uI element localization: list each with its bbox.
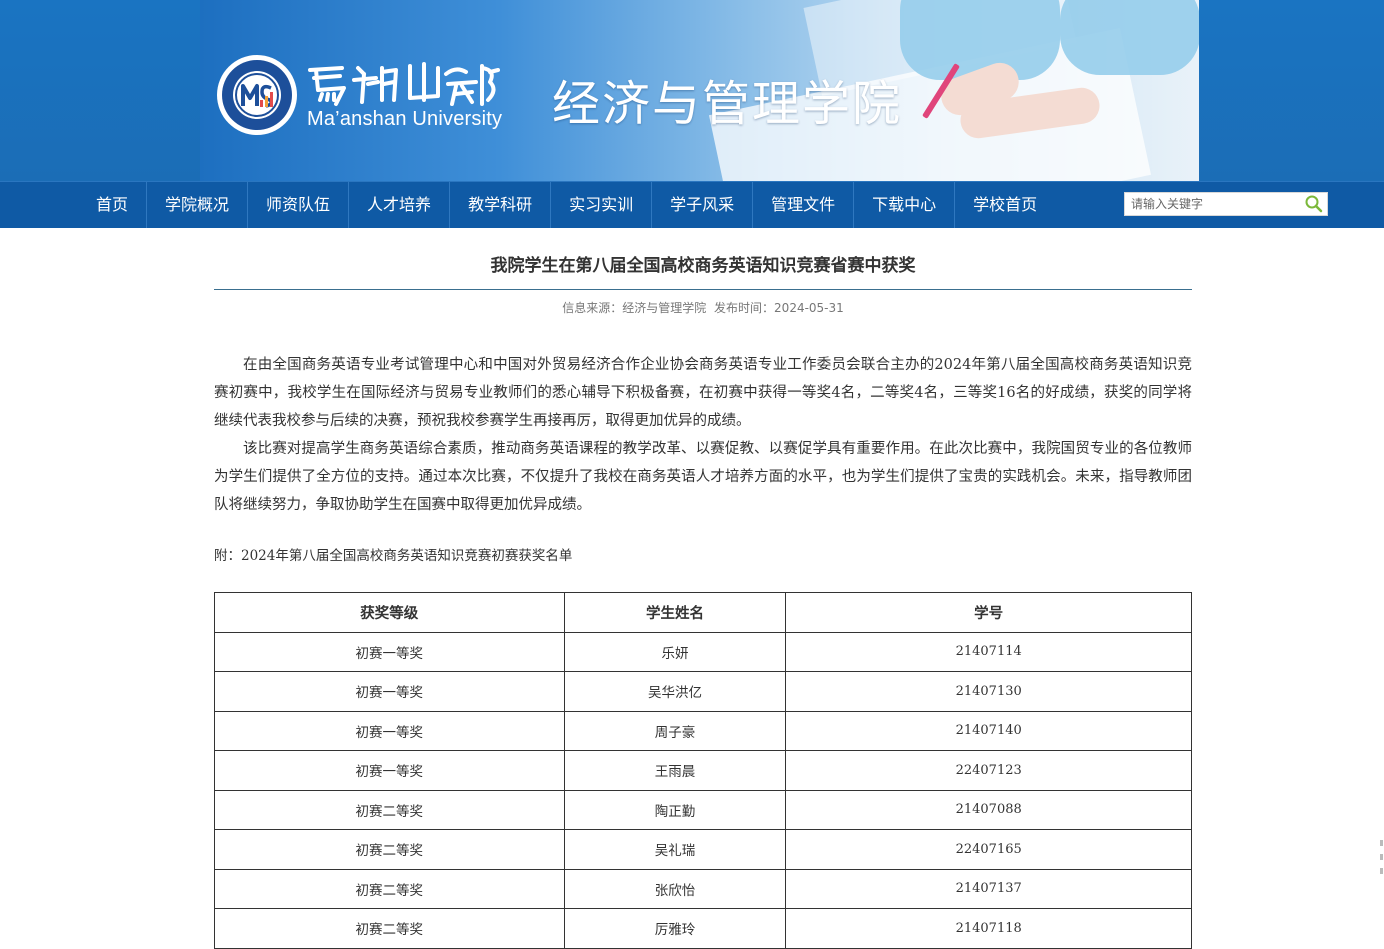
student-id-cell: 22407165 <box>785 829 1192 870</box>
table-row: 初赛二等奖 张欣怡 21407137 <box>214 868 1192 909</box>
column-header-student-id: 学号 <box>785 592 1192 633</box>
award-level-cell: 初赛二等奖 <box>214 789 565 830</box>
award-level-cell: 初赛二等奖 <box>214 829 565 870</box>
nav-menu: 首页 学院概况 师资队伍 人才培养 教学科研 实习实训 学子风采 管理文件 下载… <box>78 182 1055 228</box>
award-level-cell: 初赛二等奖 <box>214 868 565 909</box>
college-title: 经济与管理学院 <box>552 76 903 132</box>
student-name-cell: 乐妍 <box>563 631 787 672</box>
table-row: 初赛二等奖 厉雅玲 21407118 <box>214 908 1192 949</box>
award-level-cell: 初赛一等奖 <box>214 671 565 712</box>
nav-item-student-style[interactable]: 学子风采 <box>652 182 754 228</box>
article-body: 在由全国商务英语专业考试管理中心和中国对外贸易经济合作企业协会商务英语专业工作委… <box>214 351 1192 519</box>
winners-table: 获奖等级 学生姓名 学号 初赛一等奖 乐妍 21407114 初赛一等奖 吴华洪… <box>214 592 1192 949</box>
title-divider <box>214 289 1192 290</box>
banner-sleeve <box>1060 0 1199 75</box>
award-level-cell: 初赛一等奖 <box>214 750 565 791</box>
university-english-name: Ma’anshan University <box>307 108 503 130</box>
nav-item-internship[interactable]: 实习实训 <box>551 182 653 228</box>
magnifier-icon[interactable] <box>1304 194 1324 214</box>
article-source: 信息来源：经济与管理学院 <box>562 301 707 315</box>
award-level-cell: 初赛一等奖 <box>214 631 565 672</box>
student-id-cell: 21407137 <box>785 868 1192 909</box>
page-edge-marks <box>1380 840 1383 874</box>
table-row: 初赛一等奖 王雨晨 22407123 <box>214 750 1192 791</box>
search-input[interactable] <box>1125 193 1301 215</box>
article-date: 发布时间：2024-05-31 <box>714 301 844 315</box>
nav-item-download-center[interactable]: 下载中心 <box>854 182 956 228</box>
student-name-cell: 吴华洪亿 <box>563 671 787 712</box>
award-level-cell: 初赛一等奖 <box>214 710 565 751</box>
nav-item-management-docs[interactable]: 管理文件 <box>753 182 855 228</box>
main-navigation: 首页 学院概况 师资队伍 人才培养 教学科研 实习实训 学子风采 管理文件 下载… <box>0 181 1384 228</box>
column-header-award-level: 获奖等级 <box>214 592 565 633</box>
student-name-cell: 厉雅玲 <box>563 908 787 949</box>
student-name-cell: 张欣怡 <box>563 868 787 909</box>
student-name-cell: 王雨晨 <box>563 750 787 791</box>
award-level-cell: 初赛二等奖 <box>214 908 565 949</box>
student-name-cell: 吴礼瑞 <box>563 829 787 870</box>
nav-item-college-overview[interactable]: 学院概况 <box>147 182 249 228</box>
student-id-cell: 21407114 <box>785 631 1192 672</box>
student-id-cell: 21407130 <box>785 671 1192 712</box>
table-row: 初赛一等奖 周子豪 21407140 <box>214 710 1192 751</box>
student-id-cell: 21407088 <box>785 789 1192 830</box>
table-row: 初赛一等奖 乐妍 21407114 <box>214 631 1192 672</box>
column-header-student-name: 学生姓名 <box>563 592 787 633</box>
article-meta: 信息来源：经济与管理学院 发布时间：2024-05-31 <box>214 299 1192 316</box>
search-box <box>1124 192 1328 216</box>
nav-item-home[interactable]: 首页 <box>78 182 148 228</box>
site-header: Ma’anshan University 经济与管理学院 <box>0 0 1384 181</box>
student-id-cell: 21407118 <box>785 908 1192 949</box>
nav-item-teaching-research[interactable]: 教学科研 <box>450 182 552 228</box>
student-id-cell: 21407140 <box>785 710 1192 751</box>
student-name-cell: 周子豪 <box>563 710 787 751</box>
table-row: 初赛二等奖 吴礼瑞 22407165 <box>214 829 1192 870</box>
table-header-row: 获奖等级 学生姓名 学号 <box>214 592 1192 633</box>
table-row: 初赛一等奖 吴华洪亿 21407130 <box>214 671 1192 712</box>
nav-item-university-home[interactable]: 学校首页 <box>955 182 1055 228</box>
student-name-cell: 陶正勤 <box>563 789 787 830</box>
table-row: 初赛二等奖 陶正勤 21407088 <box>214 789 1192 830</box>
university-calligraphy-logo <box>308 62 500 106</box>
student-id-cell: 22407123 <box>785 750 1192 791</box>
article-paragraph: 该比赛对提高学生商务英语综合素质，推动商务英语课程的教学改革、以赛促教、以赛促学… <box>214 441 1192 513</box>
article-paragraph: 在由全国商务英语专业考试管理中心和中国对外贸易经济合作企业协会商务英语专业工作委… <box>214 357 1192 429</box>
attachment-note: 附：2024年第八届全国高校商务英语知识竞赛初赛获奖名单 <box>214 548 573 564</box>
nav-item-faculty[interactable]: 师资队伍 <box>248 182 350 228</box>
university-seal-logo <box>217 55 297 135</box>
nav-item-talent-training[interactable]: 人才培养 <box>349 182 451 228</box>
article-title: 我院学生在第八届全国高校商务英语知识竞赛省赛中获奖 <box>490 256 916 276</box>
